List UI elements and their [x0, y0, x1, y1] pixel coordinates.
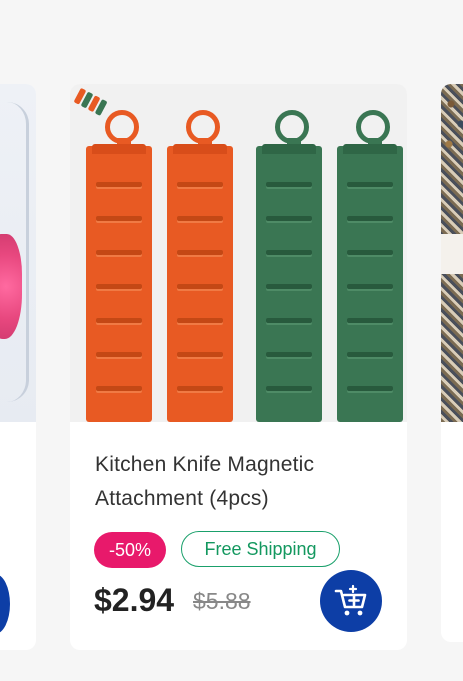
product-card-partial-right[interactable] [441, 84, 463, 642]
product-image[interactable] [70, 84, 407, 422]
original-price: $5.88 [193, 588, 251, 614]
product-image-background [441, 234, 463, 274]
product-thumbnail-icon [70, 84, 115, 116]
free-shipping-badge: Free Shipping [181, 531, 340, 567]
discount-badge: -50% [94, 532, 166, 568]
add-to-cart-button[interactable] [0, 574, 10, 634]
product-card[interactable]: Kitchen Knife Magnetic Attachment (4pcs)… [70, 84, 407, 650]
product-card-partial-left[interactable] [0, 84, 36, 650]
product-image[interactable] [441, 84, 463, 422]
product-title[interactable]: Kitchen Knife Magnetic Attachment (4pcs) [95, 448, 385, 516]
magnet-strip-green [337, 144, 403, 422]
current-price: $2.94 [94, 582, 175, 618]
magnet-strip-orange [167, 144, 233, 422]
add-to-cart-button[interactable] [320, 570, 382, 632]
magnet-strip-green [256, 144, 322, 422]
magnet-strip-orange [86, 144, 152, 422]
product-image[interactable] [0, 84, 36, 422]
add-to-cart-icon [334, 584, 367, 616]
